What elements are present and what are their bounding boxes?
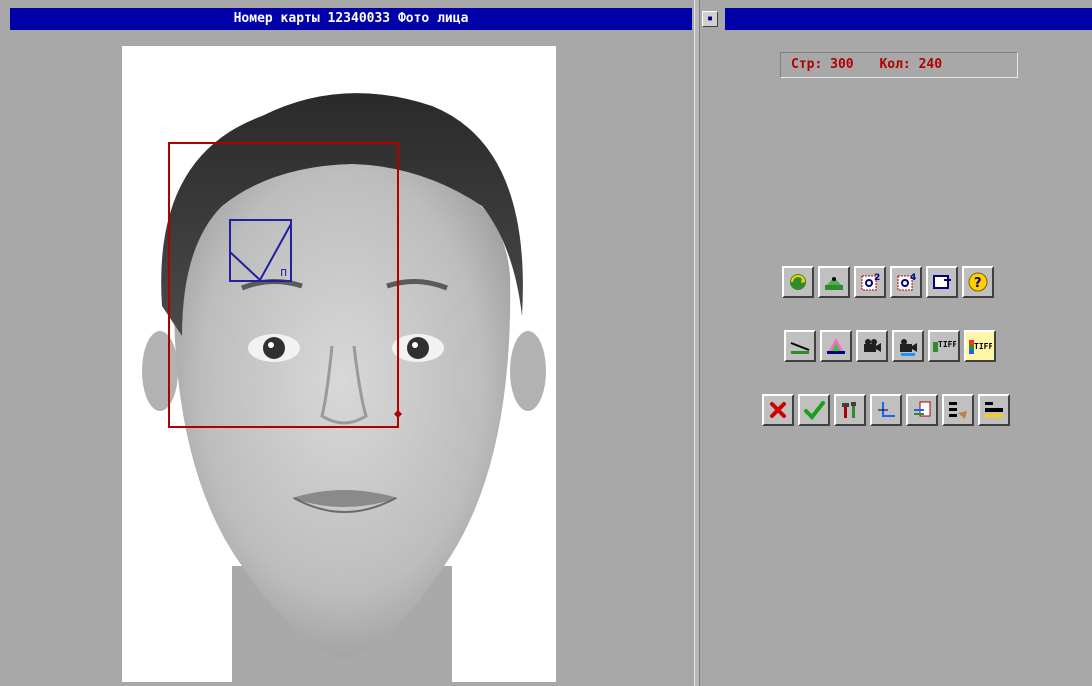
marker-label: п: [280, 265, 287, 279]
zoom-4x-icon: 4: [897, 273, 916, 291]
camera-color-button[interactable]: [892, 330, 924, 362]
scan-color-button[interactable]: [820, 330, 852, 362]
ok-button[interactable]: [798, 394, 830, 426]
help-button[interactable]: ?: [962, 266, 994, 298]
face-image: п: [142, 93, 546, 682]
cancel-icon: [770, 402, 786, 418]
tools-icon: [842, 402, 856, 418]
scan-color-icon: [827, 338, 845, 354]
svg-text:?: ?: [974, 276, 982, 291]
face-photo[interactable]: п: [122, 46, 556, 682]
cancel-button[interactable]: [762, 394, 794, 426]
status-field: Стр: 300 Кол: 240: [780, 52, 1018, 78]
settings-button[interactable]: [942, 394, 974, 426]
svg-text:TIFF: TIFF: [974, 342, 992, 351]
export-icon: [933, 275, 951, 289]
toolbar-row-1: 2 4 ?: [782, 266, 994, 298]
svg-text:TIFF: TIFF: [938, 340, 956, 349]
window-title-bar: Номер карты 12340033 Фото лица: [10, 8, 692, 30]
svg-text:2: 2: [874, 273, 880, 283]
toolbar-row-3: [762, 394, 1010, 426]
angle-icon: [878, 402, 895, 417]
adjust-icon: [914, 401, 931, 417]
rotate-icon: [790, 274, 806, 290]
angle-button[interactable]: [870, 394, 902, 426]
camera-icon: [864, 339, 881, 352]
zoom-2x-icon: 2: [861, 273, 880, 291]
side-panel-title-bar: [725, 8, 1092, 30]
system-menu-button[interactable]: ▪: [702, 11, 718, 27]
zoom-2x-button[interactable]: 2: [854, 266, 886, 298]
zoom-4x-button[interactable]: 4: [890, 266, 922, 298]
tiff-icon: TIFF: [933, 340, 956, 352]
panel-divider[interactable]: [694, 0, 700, 686]
export-button[interactable]: [926, 266, 958, 298]
scanner-icon: [825, 277, 843, 290]
tiff-color-button[interactable]: TIFF: [964, 330, 996, 362]
ok-icon: [804, 401, 825, 421]
help-icon: ?: [968, 272, 988, 292]
scanner-button[interactable]: [818, 266, 850, 298]
window-title: Номер карты 12340033 Фото лица: [233, 11, 469, 26]
count-indicator: Кол: 240: [879, 57, 943, 72]
camera-color-icon: [900, 339, 917, 356]
page-indicator: Стр: 300: [791, 57, 854, 72]
toolbar-row-2: TIFF TIFF: [784, 330, 996, 362]
tiff-color-icon: TIFF: [969, 340, 992, 354]
levels-icon: [985, 402, 1003, 417]
tools-button[interactable]: [834, 394, 866, 426]
adjust-button[interactable]: [906, 394, 938, 426]
rotate-button[interactable]: [782, 266, 814, 298]
svg-text:4: 4: [910, 273, 916, 283]
scan-line-button[interactable]: [784, 330, 816, 362]
tiff-button[interactable]: TIFF: [928, 330, 960, 362]
settings-icon: [949, 402, 967, 419]
scan-line-icon: [790, 342, 810, 354]
camera-button[interactable]: [856, 330, 888, 362]
levels-button[interactable]: [978, 394, 1010, 426]
